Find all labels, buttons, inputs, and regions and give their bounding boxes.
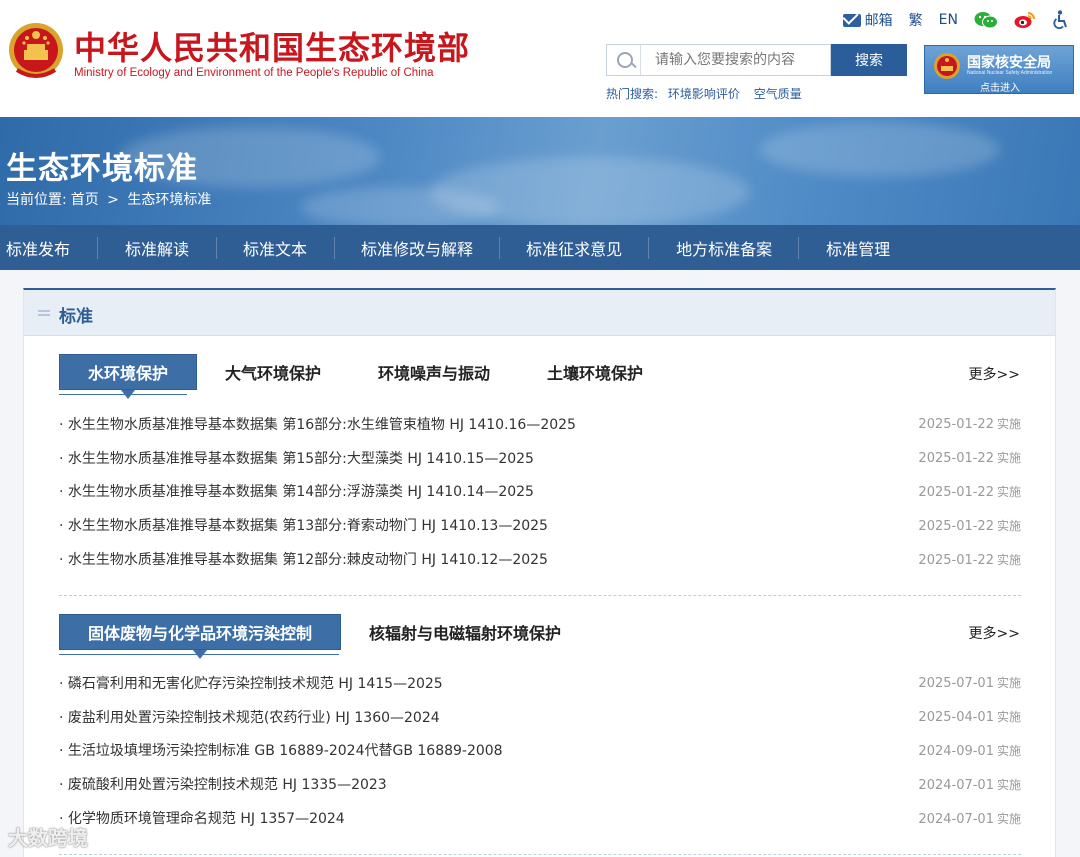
hot-search-item[interactable]: 环境影响评价: [668, 87, 740, 101]
standards-panel: 标准 水环境保护 大气环境保护 环境噪声与振动 土壤环境保护 更多>> · 水生…: [23, 288, 1056, 857]
nnsa-enter-label: 点击进入: [980, 83, 1020, 94]
site-title-en: Ministry of Ecology and Environment of t…: [74, 67, 434, 79]
list-item-title[interactable]: · 废盐利用处置污染控制技术规范(农药行业) HJ 1360—2024: [59, 707, 440, 727]
list-item-title[interactable]: · 废硫酸利用处置污染控制技术规范 HJ 1335—2023: [59, 774, 387, 794]
menu-lines-icon: [38, 310, 50, 316]
tab-noise-vibration[interactable]: 环境噪声与振动: [378, 354, 490, 390]
breadcrumb-label: 当前位置:: [6, 192, 67, 208]
search-input[interactable]: [655, 46, 825, 74]
list-item: · 废硫酸利用处置污染控制技术规范 HJ 1335—2023 2024-07-0…: [59, 767, 1021, 801]
list-item-title[interactable]: · 水生生物水质基准推导基本数据集 第16部分:水生维管束植物 HJ 1410.…: [59, 414, 576, 434]
list-item-date: 2025-01-22 实施: [918, 417, 1021, 433]
list-item-date: 2025-01-22 实施: [918, 552, 1021, 568]
site-header: 中华人民共和国生态环境部 Ministry of Ecology and Env…: [0, 0, 1080, 117]
main-nav: 标准发布 标准解读 标准文本 标准修改与解释 标准征求意见 地方标准备案 标准管…: [0, 225, 1080, 270]
more-link[interactable]: 更多>>: [969, 364, 1020, 384]
national-emblem-icon[interactable]: [7, 20, 65, 84]
list-item: · 生活垃圾填埋场污染控制标准 GB 16889-2024代替GB 16889-…: [59, 734, 1021, 768]
nav-item-standard-management[interactable]: 标准管理: [826, 225, 890, 270]
nnsa-name-en: National Nuclear Safety Administration: [967, 70, 1053, 76]
panel-header: 标准: [24, 290, 1055, 336]
list-item-date: 2024-09-01 实施: [918, 743, 1021, 759]
nav-item-standard-release[interactable]: 标准发布: [6, 225, 70, 270]
nav-item-standard-revision[interactable]: 标准修改与解释: [361, 225, 473, 270]
mail-icon: [842, 13, 861, 27]
weibo-icon: [1014, 12, 1035, 28]
list-item: · 水生生物水质基准推导基本数据集 第15部分:大型藻类 HJ 1410.15—…: [59, 441, 1021, 475]
tab-water-protection[interactable]: 水环境保护: [59, 354, 198, 399]
tab-radiation-protection[interactable]: 核辐射与电磁辐射环境保护: [369, 614, 561, 650]
active-tab-underline: [59, 654, 339, 655]
tab-bar-pollution: 固体废物与化学品环境污染控制 核辐射与电磁辐射环境保护: [59, 614, 561, 659]
list-item: · 磷石膏利用和无害化贮存污染控制技术规范 HJ 1415—2025 2025-…: [59, 666, 1021, 700]
panel-title: 标准: [59, 307, 93, 327]
list-item-title[interactable]: · 水生生物水质基准推导基本数据集 第15部分:大型藻类 HJ 1410.15—…: [59, 448, 534, 468]
list-item-title[interactable]: · 水生生物水质基准推导基本数据集 第13部分:脊索动物门 HJ 1410.13…: [59, 515, 548, 535]
list-item-title[interactable]: · 水生生物水质基准推导基本数据集 第12部分:棘皮动物门 HJ 1410.12…: [59, 549, 548, 569]
list-item-date: 2025-04-01 实施: [918, 710, 1021, 726]
standards-list-2: · 磷石膏利用和无害化贮存污染控制技术规范 HJ 1415—2025 2025-…: [59, 666, 1021, 835]
list-item-date: 2024-07-01 实施: [918, 811, 1021, 827]
list-item-title[interactable]: · 化学物质环境管理命名规范 HJ 1357—2024: [59, 808, 345, 828]
list-item-date: 2025-07-01 实施: [918, 676, 1021, 692]
page-title: 生态环境标准: [6, 151, 198, 187]
search-button[interactable]: 搜索: [831, 44, 907, 76]
watermark: 大数跨境: [8, 822, 88, 851]
top-links: 邮箱 繁 EN: [827, 8, 1070, 32]
list-item: · 废盐利用处置污染控制技术规范(农药行业) HJ 1360—2024 2025…: [59, 700, 1021, 734]
hot-searches-label: 热门搜索:: [606, 87, 659, 101]
breadcrumb: 当前位置: 首页 > 生态环境标准: [6, 189, 215, 209]
nav-item-standard-text[interactable]: 标准文本: [243, 225, 307, 270]
tab-soil-protection[interactable]: 土壤环境保护: [547, 354, 643, 390]
nnsa-name: 国家核安全局: [967, 55, 1051, 71]
wechat-link[interactable]: [974, 11, 998, 29]
list-item: · 水生生物水质基准推导基本数据集 第16部分:水生维管束植物 HJ 1410.…: [59, 407, 1021, 441]
list-item-date: 2025-01-22 实施: [918, 518, 1021, 534]
section-divider: [59, 595, 1021, 596]
nav-item-local-standard-filing[interactable]: 地方标准备案: [676, 225, 772, 270]
standards-list-1: · 水生生物水质基准推导基本数据集 第16部分:水生维管束植物 HJ 1410.…: [59, 407, 1021, 576]
breadcrumb-separator: >: [107, 192, 119, 208]
hot-searches: 热门搜索: 环境影响评价 空气质量: [606, 85, 812, 102]
nav-item-standard-consultation[interactable]: 标准征求意见: [526, 225, 622, 270]
section-divider: [59, 854, 1021, 855]
tab-air-protection[interactable]: 大气环境保护: [225, 354, 321, 390]
list-item-date: 2025-01-22 实施: [918, 484, 1021, 500]
watermark-text: 大数跨境: [8, 826, 88, 850]
list-item: · 水生生物水质基准推导基本数据集 第14部分:浮游藻类 HJ 1410.14—…: [59, 475, 1021, 509]
nnsa-link-button[interactable]: 国家核安全局 National Nuclear Safety Administr…: [924, 45, 1074, 94]
list-item: · 水生生物水质基准推导基本数据集 第13部分:脊索动物门 HJ 1410.13…: [59, 508, 1021, 542]
english-link[interactable]: EN: [939, 12, 958, 28]
weibo-link[interactable]: [1014, 11, 1036, 29]
list-item: · 水生生物水质基准推导基本数据集 第12部分:棘皮动物门 HJ 1410.12…: [59, 542, 1021, 576]
search-icon: [611, 45, 641, 75]
accessibility-link[interactable]: [1052, 10, 1070, 30]
list-item-date: 2025-01-22 实施: [918, 451, 1021, 467]
site-title[interactable]: 中华人民共和国生态环境部: [74, 28, 470, 68]
wechat-icon: [974, 12, 998, 29]
page-banner: 生态环境标准 当前位置: 首页 > 生态环境标准: [0, 117, 1080, 225]
tab-solid-waste-chemicals[interactable]: 固体废物与化学品环境污染控制: [59, 614, 342, 659]
search-box: [606, 44, 831, 76]
breadcrumb-current[interactable]: 生态环境标准: [127, 192, 211, 208]
list-item-title[interactable]: · 磷石膏利用和无害化贮存污染控制技术规范 HJ 1415—2025: [59, 673, 443, 693]
accessibility-icon: [1053, 10, 1067, 29]
mail-label: 邮箱: [864, 13, 893, 29]
active-tab-underline: [59, 394, 187, 395]
list-item-date: 2024-07-01 实施: [918, 777, 1021, 793]
breadcrumb-home[interactable]: 首页: [71, 192, 99, 208]
tab-bar-environment: 水环境保护 大气环境保护 环境噪声与振动 土壤环境保护: [59, 354, 643, 399]
more-link[interactable]: 更多>>: [969, 623, 1020, 643]
list-item: · 化学物质环境管理命名规范 HJ 1357—2024 2024-07-01 实施: [59, 801, 1021, 835]
nav-item-standard-interpretation[interactable]: 标准解读: [125, 225, 189, 270]
nnsa-emblem-icon: [934, 53, 960, 79]
hot-search-item[interactable]: 空气质量: [754, 87, 802, 101]
list-item-title[interactable]: · 水生生物水质基准推导基本数据集 第14部分:浮游藻类 HJ 1410.14—…: [59, 481, 534, 501]
list-item-title[interactable]: · 生活垃圾填埋场污染控制标准 GB 16889-2024代替GB 16889-…: [59, 740, 503, 760]
mail-link[interactable]: 邮箱: [842, 10, 893, 30]
traditional-chinese-link[interactable]: 繁: [909, 10, 923, 30]
